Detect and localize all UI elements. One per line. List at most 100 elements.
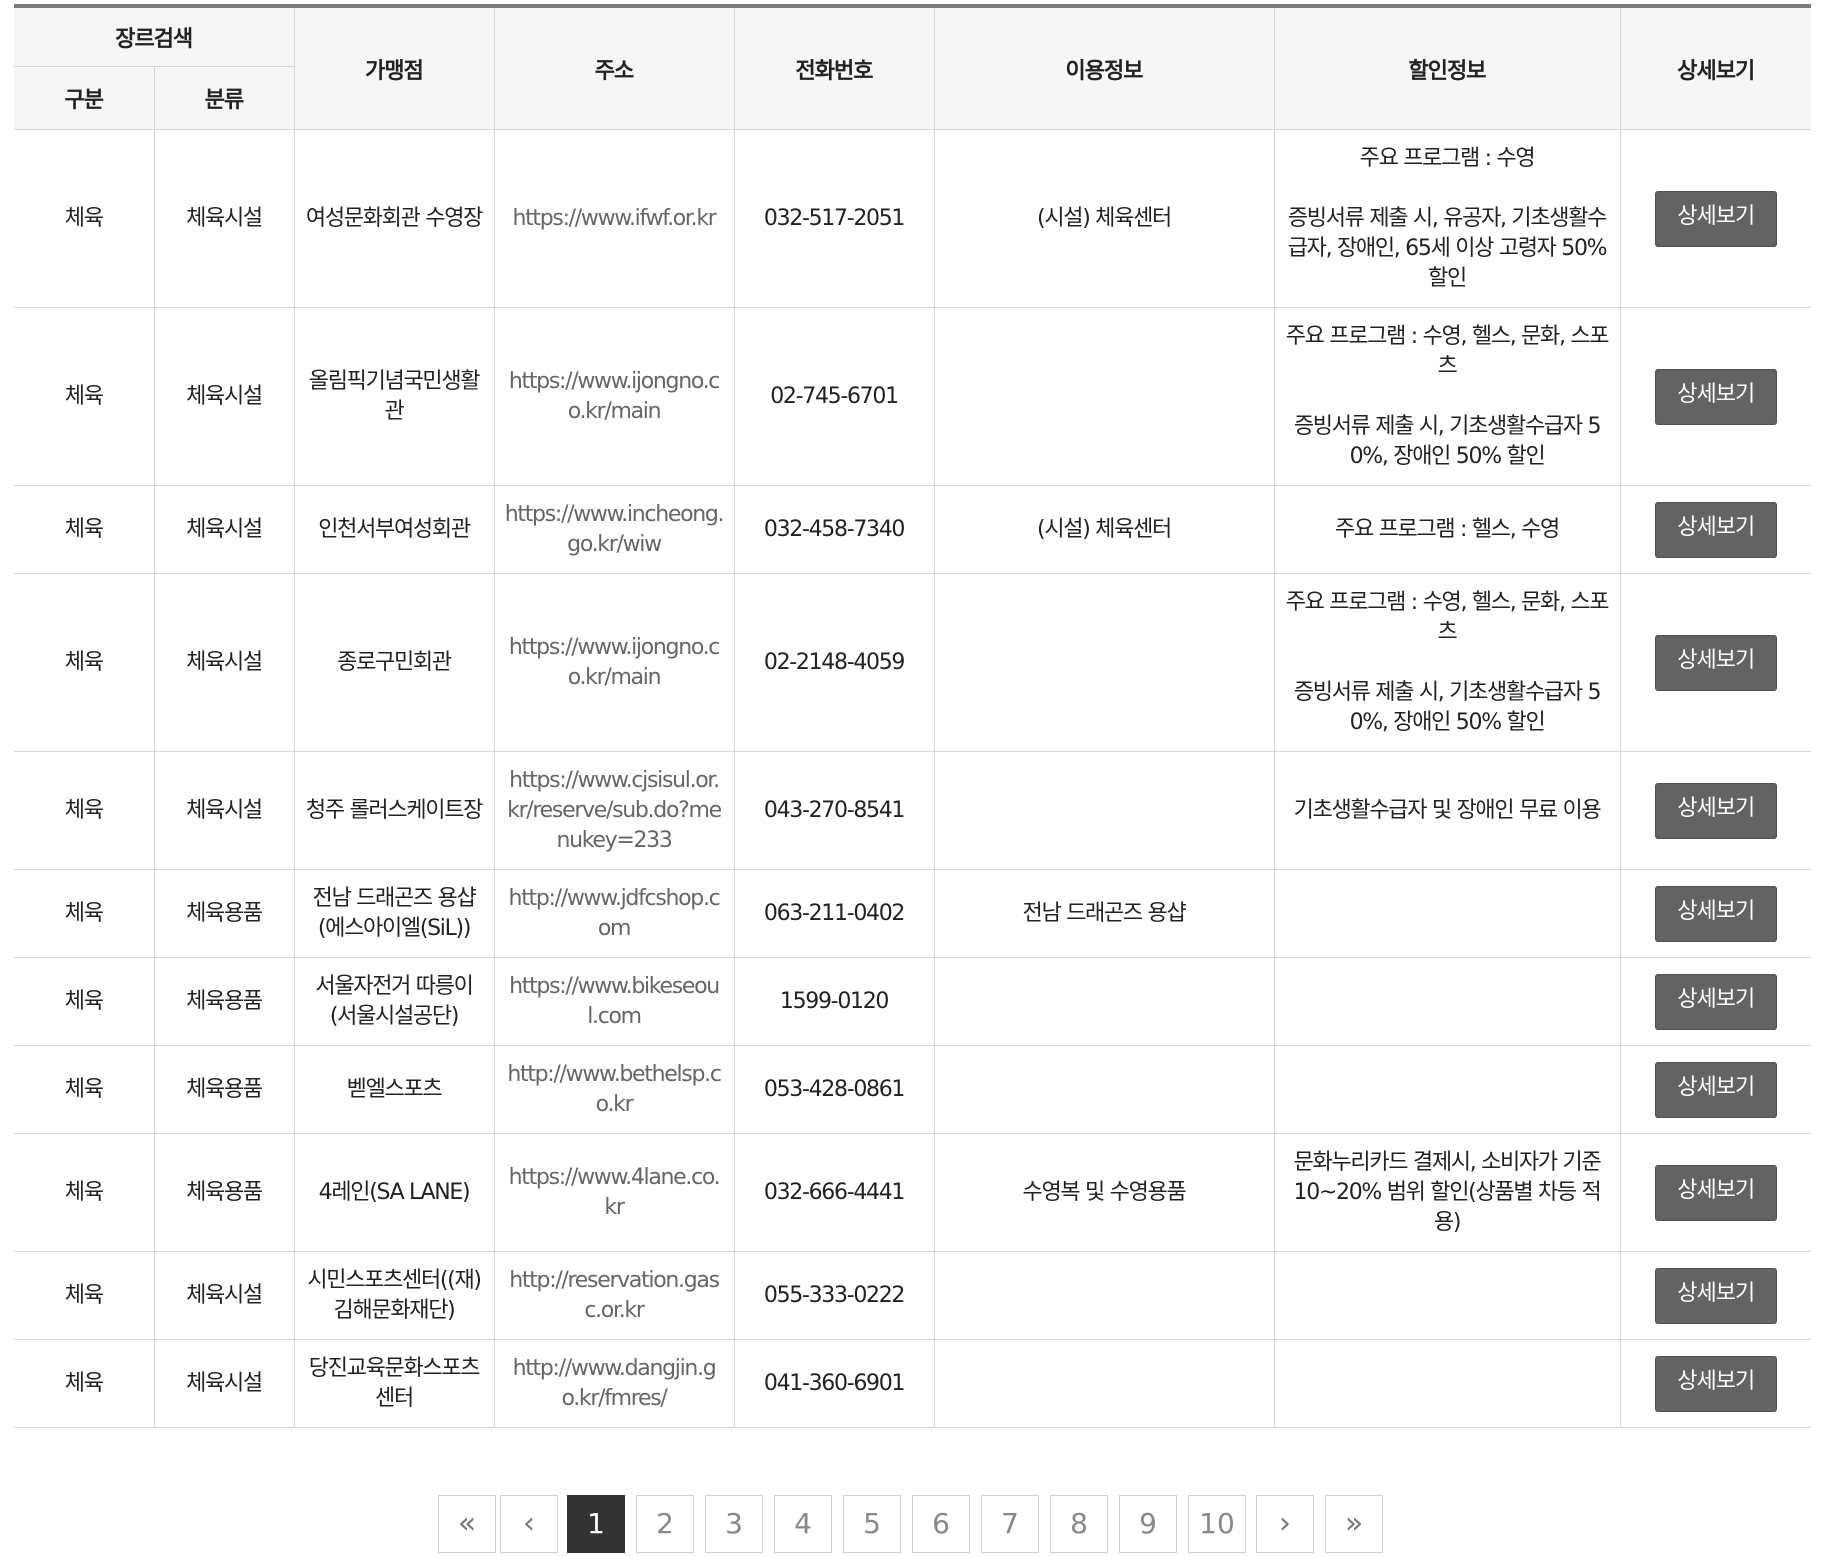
store-name-cell: 전남 드래곤즈 용샵(에스아이엘(SiL)) <box>293 869 495 958</box>
store-name-cell: 청주 롤러스케이트장 <box>293 751 495 870</box>
detail-view-button[interactable]: 상세보기 <box>1654 782 1777 839</box>
page-1-button[interactable]: 1 <box>567 1495 625 1553</box>
category-cell: 체육 <box>14 1045 155 1134</box>
detail-view-button[interactable]: 상세보기 <box>1654 1355 1777 1412</box>
table-row: 체육 체육용품 서울자전거 따릉이(서울시설공단) https://www.bikes… <box>14 957 1811 1046</box>
address-url-cell: https://www.bikeseoul.com <box>493 957 735 1046</box>
classification-cell: 체육시설 <box>153 485 295 574</box>
usage-info-cell: (시설) 체육센터 <box>933 485 1275 574</box>
phone-cell: 063-211-0402 <box>733 869 935 958</box>
usage-info-cell <box>933 751 1275 870</box>
discount-line: 주요 프로그램 : 헬스, 수영 <box>1335 516 1560 542</box>
discount-line: 증빙서류 제출 시, 기초생활수급자 50%, 장애인 50% 할인 <box>1293 679 1602 735</box>
page-7-button[interactable]: 7 <box>981 1495 1039 1553</box>
page-4-button[interactable]: 4 <box>774 1495 832 1553</box>
table-row: 체육 체육용품 4레인(SA LANE) https://www.4lane.co.k… <box>14 1133 1811 1252</box>
address-url-cell: http://www.dangjin.go.kr/fmres/ <box>493 1339 735 1428</box>
category-cell: 체육 <box>14 957 155 1046</box>
address-url-cell: https://www.cjsisul.or.kr/reserve/sub.do… <box>493 751 735 870</box>
category-cell: 체육 <box>14 751 155 870</box>
store-name-cell: 당진교육문화스포츠센터 <box>293 1339 495 1428</box>
store-name-cell: 인천서부여성회관 <box>293 485 495 574</box>
last-page-button[interactable]: » <box>1325 1495 1383 1553</box>
usage-info-cell <box>933 1045 1275 1134</box>
discount-line: 주요 프로그램 : 수영, 헬스, 문화, 스포츠 <box>1285 589 1610 645</box>
category-cell: 체육 <box>14 1133 155 1252</box>
detail-view-button[interactable]: 상세보기 <box>1654 885 1777 942</box>
phone-cell: 043-270-8541 <box>733 751 935 870</box>
first-page-button[interactable]: « <box>438 1495 496 1553</box>
usage-info-cell: 수영복 및 수영용품 <box>933 1133 1275 1252</box>
page-9-button[interactable]: 9 <box>1119 1495 1177 1553</box>
category-cell: 체육 <box>14 573 155 752</box>
detail-view-button[interactable]: 상세보기 <box>1654 190 1777 247</box>
detail-view-button[interactable]: 상세보기 <box>1654 368 1777 425</box>
detail-view-button[interactable]: 상세보기 <box>1654 1164 1777 1221</box>
detail-cell: 상세보기 <box>1619 869 1811 958</box>
discount-line: 증빙서류 제출 시, 유공자, 기초생활수급자, 장애인, 65세 이상 고령자… <box>1287 205 1608 291</box>
address-url-cell: https://www.ijongno.co.kr/main <box>493 573 735 752</box>
discount-info-cell <box>1273 1251 1621 1340</box>
detail-cell: 상세보기 <box>1619 307 1811 486</box>
classification-cell: 체육시설 <box>153 307 295 486</box>
page-2-button[interactable]: 2 <box>636 1495 694 1553</box>
usage-info-cell <box>933 1251 1275 1340</box>
discount-info-header: 할인정보 <box>1273 5 1621 130</box>
address-url-cell: http://reservation.gasc.or.kr <box>493 1251 735 1340</box>
discount-info-cell <box>1273 1339 1621 1428</box>
phone-cell: 02-2148-4059 <box>733 573 935 752</box>
classification-cell: 체육시설 <box>153 1251 295 1340</box>
discount-info-cell <box>1273 1045 1621 1134</box>
detail-view-button[interactable]: 상세보기 <box>1654 1061 1777 1118</box>
usage-info-cell <box>933 573 1275 752</box>
phone-cell: 1599-0120 <box>733 957 935 1046</box>
usage-info-cell: 전남 드래곤즈 용샵 <box>933 869 1275 958</box>
detail-cell: 상세보기 <box>1619 129 1811 308</box>
usage-info-cell <box>933 957 1275 1046</box>
detail-view-button[interactable]: 상세보기 <box>1654 973 1777 1030</box>
address-header: 주소 <box>493 5 735 130</box>
page-3-button[interactable]: 3 <box>705 1495 763 1553</box>
detail-cell: 상세보기 <box>1619 1251 1811 1340</box>
table-row: 체육 체육시설 당진교육문화스포츠센터 http://www.dangjin.go.k… <box>14 1339 1811 1428</box>
classification-cell: 체육용품 <box>153 1133 295 1252</box>
usage-info-header: 이용정보 <box>933 5 1275 130</box>
next-page-button[interactable]: › <box>1256 1495 1314 1553</box>
detail-view-button[interactable]: 상세보기 <box>1654 501 1777 558</box>
discount-info-cell <box>1273 957 1621 1046</box>
usage-info-cell <box>933 1339 1275 1428</box>
store-name-cell: 종로구민회관 <box>293 573 495 752</box>
table-row: 체육 체육시설 인천서부여성회관 https://www.incheong.go.kr… <box>14 485 1811 574</box>
category-cell: 체육 <box>14 129 155 308</box>
address-url-cell: https://www.4lane.co.kr <box>493 1133 735 1252</box>
prev-page-button[interactable]: ‹ <box>500 1495 558 1553</box>
address-url-cell: http://www.jdfcshop.com <box>493 869 735 958</box>
category-cell: 체육 <box>14 1339 155 1428</box>
classification-cell: 체육시설 <box>153 129 295 308</box>
classification-header: 분류 <box>153 66 294 130</box>
detail-cell: 상세보기 <box>1619 1339 1811 1428</box>
discount-info-cell: 주요 프로그램 : 수영, 헬스, 문화, 스포츠증빙서류 제출 시, 기초생활… <box>1273 573 1621 752</box>
page-8-button[interactable]: 8 <box>1050 1495 1108 1553</box>
table-row: 체육 체육시설 올림픽기념국민생활관 https://www.ijongno.co.k… <box>14 307 1811 486</box>
detail-view-button[interactable]: 상세보기 <box>1654 1267 1777 1324</box>
page-6-button[interactable]: 6 <box>912 1495 970 1553</box>
table-row: 체육 체육시설 청주 롤러스케이트장 https://www.cjsisul.or.k… <box>14 751 1811 870</box>
address-url-cell: https://www.ijongno.co.kr/main <box>493 307 735 486</box>
detail-cell: 상세보기 <box>1619 1133 1811 1252</box>
phone-cell: 041-360-6901 <box>733 1339 935 1428</box>
category-cell: 체육 <box>14 485 155 574</box>
category-header: 구분 <box>14 66 155 130</box>
page-10-button[interactable]: 10 <box>1188 1495 1246 1553</box>
page-5-button[interactable]: 5 <box>843 1495 901 1553</box>
detail-cell: 상세보기 <box>1619 485 1811 574</box>
detail-view-button[interactable]: 상세보기 <box>1654 634 1777 691</box>
usage-info-cell: (시설) 체육센터 <box>933 129 1275 308</box>
category-cell: 체육 <box>14 1251 155 1340</box>
phone-cell: 053-428-0861 <box>733 1045 935 1134</box>
discount-line: 문화누리카드 결제시, 소비자가 기준 10~20% 범위 할인(상품별 차등 … <box>1293 1149 1602 1235</box>
phone-cell: 055-333-0222 <box>733 1251 935 1340</box>
classification-cell: 체육시설 <box>153 573 295 752</box>
store-name-cell: 서울자전거 따릉이(서울시설공단) <box>293 957 495 1046</box>
discount-line: 주요 프로그램 : 수영, 헬스, 문화, 스포츠 <box>1285 323 1610 379</box>
